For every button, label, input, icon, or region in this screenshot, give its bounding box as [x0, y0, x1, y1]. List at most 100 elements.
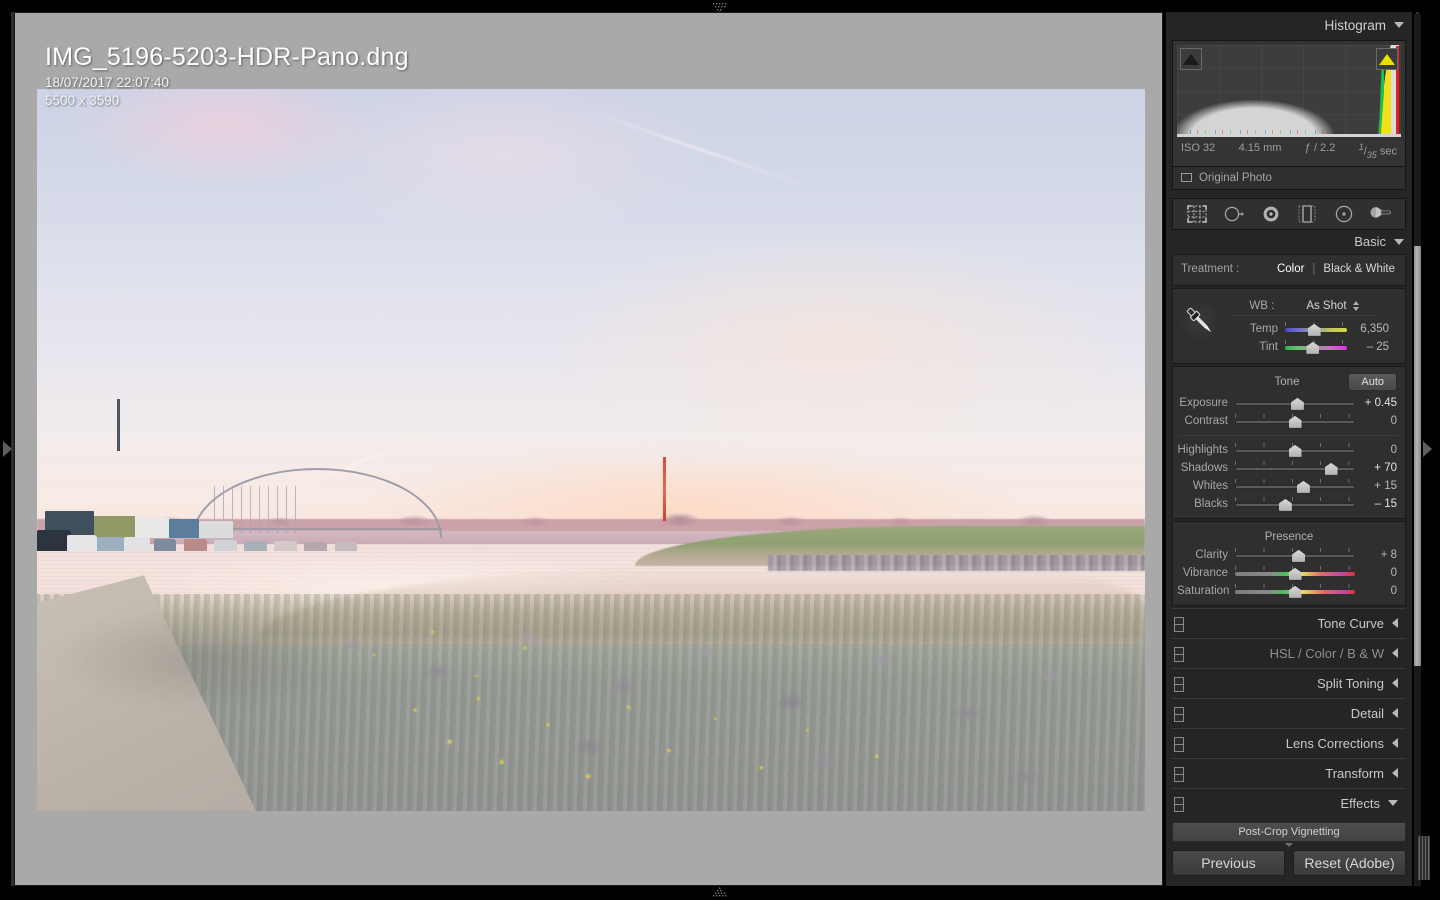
blacks-slider[interactable]	[1235, 495, 1355, 513]
contrast-slider[interactable]	[1235, 412, 1355, 430]
chevron-left-icon[interactable]	[1392, 678, 1398, 689]
saturation-label: Saturation	[1177, 584, 1230, 597]
chevron-left-icon[interactable]	[1392, 618, 1398, 629]
original-photo-toggle[interactable]: Original Photo	[1172, 166, 1406, 190]
post-crop-vignetting-button[interactable]: Post-Crop Vignetting	[1172, 821, 1406, 842]
whites-value[interactable]: + 15	[1355, 480, 1397, 492]
temp-slider-row[interactable]: Temp 6,350	[1223, 320, 1397, 338]
saturation-slider[interactable]	[1235, 582, 1355, 600]
contrast-value[interactable]: 0	[1355, 415, 1397, 427]
show-right-panel-arrow-icon[interactable]	[1423, 441, 1432, 457]
vibrance-slider[interactable]	[1235, 564, 1355, 582]
white-balance-selector-eyedropper[interactable]	[1179, 299, 1221, 342]
wb-label: WB :	[1249, 299, 1275, 312]
panel-hsl-color-bw-label: HSL / Color / B & W	[1269, 645, 1384, 661]
chevron-down-icon[interactable]	[1394, 22, 1404, 28]
vibrance-value[interactable]: 0	[1355, 567, 1397, 579]
panel-effects[interactable]: Effects	[1172, 787, 1406, 818]
panel-resize-grip[interactable]	[1418, 836, 1430, 880]
whites-slider-row[interactable]: Whites + 15	[1173, 477, 1405, 495]
panel-split-toning-label: Split Toning	[1317, 675, 1384, 691]
chevron-left-icon[interactable]	[1392, 648, 1398, 659]
show-left-panel-arrow-icon[interactable]	[3, 441, 12, 457]
chevron-down-icon[interactable]	[1394, 238, 1404, 245]
exposure-slider-row[interactable]: Exposure + 0.45	[1173, 394, 1405, 412]
wb-sliders: Temp 6,350 Tint – 25	[1223, 320, 1397, 356]
treatment-bw-option[interactable]: Black & White	[1323, 263, 1395, 275]
image-workspace[interactable]: IMG_5196-5203-HDR-Pano.dng 18/07/2017 22…	[14, 12, 1163, 886]
panel-resize-caret-icon[interactable]	[1285, 842, 1293, 847]
blacks-value[interactable]: – 15	[1355, 498, 1397, 510]
contrast-slider-row[interactable]: Contrast 0	[1173, 412, 1405, 430]
shadow-clipping-button[interactable]	[1180, 48, 1202, 70]
panel-switch-icon[interactable]	[1174, 706, 1184, 722]
histogram-chart[interactable]	[1177, 45, 1401, 137]
panel-switch-icon[interactable]	[1174, 766, 1184, 782]
spot-removal-tool[interactable]	[1222, 203, 1246, 225]
shadows-slider-row[interactable]: Shadows + 70	[1173, 459, 1405, 477]
panel-switch-icon[interactable]	[1174, 616, 1184, 632]
panel-detail[interactable]: Detail	[1172, 697, 1406, 728]
panel-switch-icon[interactable]	[1174, 646, 1184, 662]
top-panel-drag-handle[interactable]	[705, 0, 735, 13]
panel-lens-corrections[interactable]: Lens Corrections	[1172, 727, 1406, 758]
chevron-left-icon[interactable]	[1392, 708, 1398, 719]
radial-filter-tool[interactable]	[1332, 203, 1356, 225]
highlights-slider[interactable]	[1235, 441, 1355, 459]
saturation-value[interactable]: 0	[1355, 585, 1397, 597]
basic-panel-header[interactable]: Basic	[1166, 229, 1412, 254]
blacks-slider-row[interactable]: Blacks – 15	[1173, 495, 1405, 513]
panel-transform[interactable]: Transform	[1172, 757, 1406, 788]
highlights-value[interactable]: 0	[1355, 444, 1397, 456]
auto-tone-button[interactable]: Auto	[1348, 372, 1397, 391]
graduated-filter-icon	[1298, 205, 1316, 223]
temp-value[interactable]: 6,350	[1347, 323, 1389, 335]
adjustment-brush-tool[interactable]	[1369, 203, 1393, 225]
blacks-label: Blacks	[1194, 497, 1228, 510]
white-balance-row[interactable]: WB : As Shot	[1229, 300, 1379, 316]
presence-section: Presence Clarity + 8 Vibrance 0 Saturati…	[1172, 520, 1406, 606]
triangle-up-icon	[1183, 53, 1199, 65]
graduated-filter-tool[interactable]	[1295, 203, 1319, 225]
chevron-left-icon[interactable]	[1392, 768, 1398, 779]
photo-preview[interactable]	[37, 89, 1145, 811]
tint-slider[interactable]	[1285, 338, 1347, 356]
right-panel-scrollbar-track[interactable]	[1414, 14, 1421, 886]
panel-tone-curve[interactable]: Tone Curve	[1172, 607, 1406, 638]
whites-slider[interactable]	[1235, 477, 1355, 495]
tint-value[interactable]: – 25	[1347, 341, 1389, 353]
right-panel-scrollbar-thumb[interactable]	[1414, 246, 1421, 666]
panel-switch-icon[interactable]	[1174, 796, 1184, 812]
panel-switch-icon[interactable]	[1174, 736, 1184, 752]
panel-split-toning[interactable]: Split Toning	[1172, 667, 1406, 698]
crop-overlay-tool[interactable]	[1185, 203, 1209, 225]
clarity-slider-row[interactable]: Clarity + 8	[1173, 546, 1405, 564]
temp-slider[interactable]	[1285, 320, 1347, 338]
exif-shutter-speed: 1/35 sec	[1358, 142, 1397, 160]
panel-switch-icon[interactable]	[1174, 676, 1184, 692]
previous-button[interactable]: Previous	[1172, 849, 1285, 876]
exposure-slider[interactable]	[1235, 394, 1355, 412]
wb-stepper-icon[interactable]	[1352, 300, 1359, 311]
reset-button[interactable]: Reset (Adobe)	[1293, 849, 1406, 876]
bottom-panel-drag-handle[interactable]	[705, 886, 735, 898]
tint-slider-row[interactable]: Tint – 25	[1223, 338, 1397, 356]
chevron-down-icon[interactable]	[1388, 800, 1398, 807]
histogram-panel-header[interactable]: Histogram	[1166, 12, 1412, 38]
shadows-value[interactable]: + 70	[1355, 462, 1397, 474]
highlight-clipping-button[interactable]	[1376, 48, 1398, 70]
chevron-left-icon[interactable]	[1392, 738, 1398, 749]
highlights-slider-row[interactable]: Highlights 0	[1173, 441, 1405, 459]
clarity-slider[interactable]	[1235, 546, 1355, 564]
wb-preset-value[interactable]: As Shot	[1306, 300, 1346, 312]
exposure-value[interactable]: + 0.45	[1355, 397, 1397, 409]
treatment-color-option[interactable]: Color	[1277, 263, 1304, 275]
saturation-slider-row[interactable]: Saturation 0	[1173, 582, 1405, 600]
panel-hsl-color-bw[interactable]: HSL / Color / B & W	[1172, 637, 1406, 668]
exposure-knob[interactable]	[1290, 397, 1304, 410]
clarity-value[interactable]: + 8	[1355, 549, 1397, 561]
red-eye-correction-tool[interactable]	[1259, 203, 1283, 225]
shadows-slider[interactable]	[1235, 459, 1355, 477]
vibrance-slider-row[interactable]: Vibrance 0	[1173, 564, 1405, 582]
tone-header: Tone Auto	[1173, 372, 1405, 392]
